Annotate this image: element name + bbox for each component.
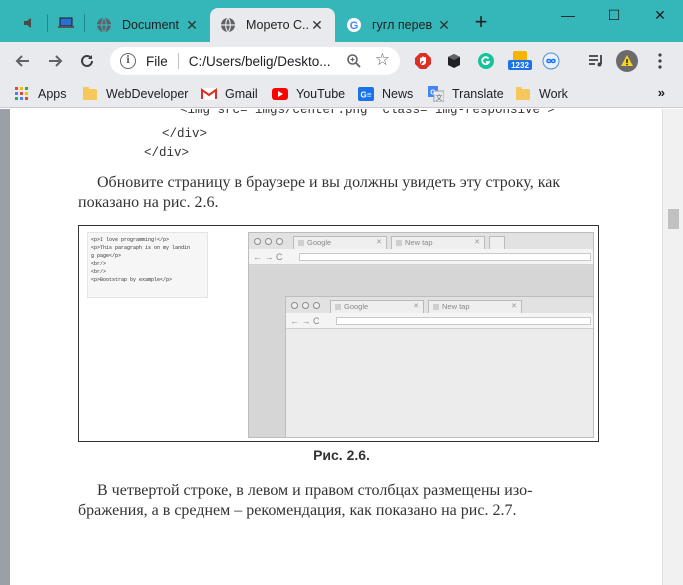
media-control-icon[interactable]: [586, 51, 606, 71]
figure-tab: New tap ✕: [428, 300, 522, 313]
close-tab-icon[interactable]: ✕: [184, 17, 200, 33]
google-icon: G: [346, 17, 362, 33]
tab-separator: [47, 14, 48, 32]
bookmark-gmail[interactable]: Gmail: [201, 85, 258, 103]
bookmark-label: Apps: [38, 87, 67, 101]
figure-caption: Рис. 2.6.: [313, 447, 370, 463]
bookmark-apps[interactable]: Apps: [14, 85, 67, 103]
gmail-icon: [201, 86, 217, 102]
translate-icon: G文: [428, 86, 444, 102]
close-tab-icon[interactable]: ✕: [436, 17, 452, 33]
figure-screenshot: <p>I love programming!</p> <p>This parag…: [78, 225, 599, 442]
bookmark-label: Translate: [452, 87, 504, 101]
figure-code-snippet: <p>I love programming!</p> <p>This parag…: [87, 232, 208, 298]
profile-avatar-icon[interactable]: [616, 50, 638, 72]
forward-button[interactable]: [43, 49, 67, 73]
figure-navbar: ← → C: [286, 313, 593, 329]
menu-icon[interactable]: [650, 51, 670, 71]
maximize-button[interactable]: ☐: [591, 0, 637, 30]
bookmark-news[interactable]: G≡ News: [358, 85, 413, 103]
grammarly-icon[interactable]: [476, 51, 496, 71]
code-line: </div>: [162, 127, 208, 141]
bookmarks-bar: Apps WebDeveloper Gmail YouTube G≡ News …: [0, 80, 683, 108]
bookmark-label: YouTube: [296, 87, 346, 101]
apps-grid-icon: [14, 86, 30, 102]
tab-title: гугл перев: [372, 18, 433, 32]
viewer-gutter-left: [0, 109, 10, 585]
figure-tab: New tap ✕: [391, 236, 485, 249]
scrollbar-thumb[interactable]: [668, 209, 679, 229]
cube-extension-icon[interactable]: [444, 51, 464, 71]
page-viewport: <img src="imgs/center.png" class="img-re…: [0, 109, 683, 585]
tab-pinned-laptop-icon[interactable]: [55, 12, 77, 34]
globe-icon: [96, 17, 112, 33]
bookmark-label: News: [382, 87, 414, 101]
svg-text:G≡: G≡: [361, 91, 372, 100]
back-button[interactable]: [11, 49, 35, 73]
folder-icon: [515, 86, 531, 102]
figure-tabbar: Google ✕ New tap ✕: [286, 297, 593, 313]
calendar-extension-icon[interactable]: 1232: [508, 51, 532, 71]
tab-title: Морето С...: [246, 18, 309, 32]
forward-arrow-icon: [49, 55, 63, 67]
tab-document[interactable]: Document ✕: [86, 8, 210, 42]
tab-title: Document: [122, 18, 179, 32]
tab-strip: Document ✕ Морето С... ✕ G гугл перев ✕ …: [0, 0, 683, 42]
figure-tabbar: Google ✕ New tap ✕: [249, 233, 593, 249]
figure-tab: Google ✕: [330, 300, 424, 313]
close-window-button[interactable]: ✕: [637, 0, 683, 30]
tab-translate[interactable]: G гугл перев ✕: [336, 8, 462, 42]
figure-tab: Google ✕: [293, 236, 387, 249]
bookmark-label: Gmail: [225, 87, 258, 101]
adblock-icon[interactable]: [413, 51, 433, 71]
code-line: <img src="imgs/center.png" class="img-re…: [180, 109, 556, 117]
vertical-scrollbar[interactable]: [662, 109, 683, 585]
minimize-button[interactable]: —: [545, 0, 591, 30]
figure-navbar: ← → C: [249, 249, 593, 265]
bookmark-translate[interactable]: G文 Translate: [428, 85, 504, 103]
browser-toolbar: i File C:/Users/belig/Deskto... ☆ 1232: [0, 42, 683, 80]
bookmark-star-icon[interactable]: ☆: [375, 51, 390, 69]
globe-icon: [220, 17, 236, 33]
svg-text:G: G: [350, 20, 359, 32]
new-tab-button[interactable]: +: [470, 11, 492, 34]
tab-separator: [84, 14, 85, 32]
paragraph-text: показано на рис. 2.6.: [78, 194, 219, 211]
tab-audio-icon[interactable]: [18, 12, 40, 34]
bookmark-work[interactable]: Work: [515, 85, 568, 103]
address-bar[interactable]: i File C:/Users/belig/Deskto... ☆: [110, 47, 400, 75]
site-info-icon[interactable]: i: [120, 53, 136, 69]
paragraph-text: Обновите страницу в браузере и вы должны…: [97, 174, 561, 191]
omnibox-divider: [177, 53, 179, 69]
extension-badge: 1232: [511, 61, 529, 70]
reload-button[interactable]: [75, 49, 99, 73]
code-line: </div>: [144, 146, 190, 160]
zoom-icon[interactable]: [346, 53, 362, 69]
bookmark-label: Work: [539, 87, 568, 101]
reload-icon: [81, 54, 93, 67]
back-arrow-icon: [15, 55, 29, 67]
bookmark-label: WebDeveloper: [106, 87, 189, 101]
bookmarks-overflow-button[interactable]: »: [658, 85, 665, 100]
paragraph-text: бражения, а в среднем – рекомендация, ка…: [78, 502, 517, 519]
url-scheme: File: [146, 53, 168, 69]
youtube-icon: [272, 86, 288, 102]
news-icon: G≡: [358, 86, 374, 102]
bookmark-youtube[interactable]: YouTube: [272, 85, 345, 103]
url-text[interactable]: C:/Users/belig/Deskto...: [189, 54, 337, 69]
figure-inner-browser: Google ✕ New tap ✕ ← → C: [285, 296, 594, 438]
figure-tab-new: [489, 236, 505, 249]
folder-icon: [82, 86, 98, 102]
svg-text:文: 文: [436, 93, 443, 102]
paragraph-text: В четвертой строке, в левом и правом сто…: [97, 482, 533, 499]
bookmark-webdeveloper[interactable]: WebDeveloper: [82, 85, 188, 103]
infinity-extension-icon[interactable]: [541, 51, 561, 71]
close-tab-icon[interactable]: ✕: [309, 17, 325, 33]
figure-content-area: [286, 330, 593, 437]
tab-moreto[interactable]: Морето С... ✕: [210, 8, 335, 42]
